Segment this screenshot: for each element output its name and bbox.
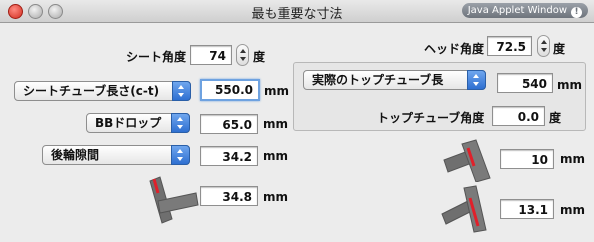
head-spacer-unit: mm (560, 152, 586, 166)
top-tube-angle-label: トップチューブ角度 (377, 111, 485, 125)
bb-drop-select[interactable]: BBドロップ (86, 113, 190, 133)
head-angle-input[interactable]: 72.5 (487, 36, 532, 56)
top-tube-angle-unit: 度 (549, 111, 562, 125)
head-angle-stepper[interactable] (537, 35, 550, 57)
top-tube-angle-input[interactable]: 0.0 (492, 106, 545, 126)
seat-angle-unit: 度 (253, 50, 266, 64)
head-angle-label: ヘッド角度 (424, 42, 485, 56)
fork-offset-input[interactable]: 13.1 (500, 199, 554, 219)
seat-offset-input[interactable]: 34.8 (200, 186, 258, 206)
select-arrows-icon (467, 70, 486, 90)
chainstay-select-value: 後輪隙間 (51, 148, 100, 162)
head-spacer-input[interactable]: 10 (500, 149, 554, 169)
bb-drop-unit: mm (263, 117, 289, 131)
seat-offset-unit: mm (263, 190, 289, 204)
select-arrows-icon (172, 81, 191, 101)
seat-angle-label: シート角度 (126, 50, 187, 64)
title-bar: 最も重要な寸法 Java Applet Window! (0, 0, 594, 23)
seat-tube-unit: mm (264, 84, 290, 98)
fork-offset-unit: mm (560, 203, 586, 217)
select-arrows-icon (171, 145, 190, 165)
top-tube-select-value: 実際のトップチューブ長 (312, 73, 444, 87)
bb-drop-input[interactable]: 65.0 (200, 114, 258, 134)
top-tube-input[interactable]: 540 (497, 73, 553, 93)
seat-tube-input[interactable]: 550.0 (200, 79, 260, 101)
fork-offset-diagram-icon (441, 185, 487, 233)
java-applet-badge: Java Applet Window! (461, 3, 588, 18)
applet-window: 最も重要な寸法 Java Applet Window! シート角度 74 度 ヘ… (0, 0, 594, 242)
select-arrows-icon (171, 113, 190, 133)
seat-angle-stepper[interactable] (236, 44, 249, 66)
head-angle-unit: 度 (553, 42, 566, 56)
top-tube-unit: mm (557, 78, 583, 92)
seat-tube-select-value: シートチューブ長さ(c-t) (23, 84, 160, 98)
chainstay-select[interactable]: 後輪隙間 (42, 145, 190, 165)
warning-icon: ! (571, 7, 582, 18)
badge-label: Java Applet Window (467, 5, 567, 16)
seat-angle-input[interactable]: 74 (190, 45, 232, 65)
bb-drop-select-value: BBドロップ (95, 116, 162, 130)
chainstay-unit: mm (263, 149, 289, 163)
seat-tube-select[interactable]: シートチューブ長さ(c-t) (14, 81, 191, 101)
top-tube-select[interactable]: 実際のトップチューブ長 (303, 70, 486, 90)
seat-offset-diagram-icon (149, 176, 199, 224)
head-spacer-diagram-icon (443, 139, 491, 182)
chainstay-input[interactable]: 34.2 (200, 146, 258, 166)
